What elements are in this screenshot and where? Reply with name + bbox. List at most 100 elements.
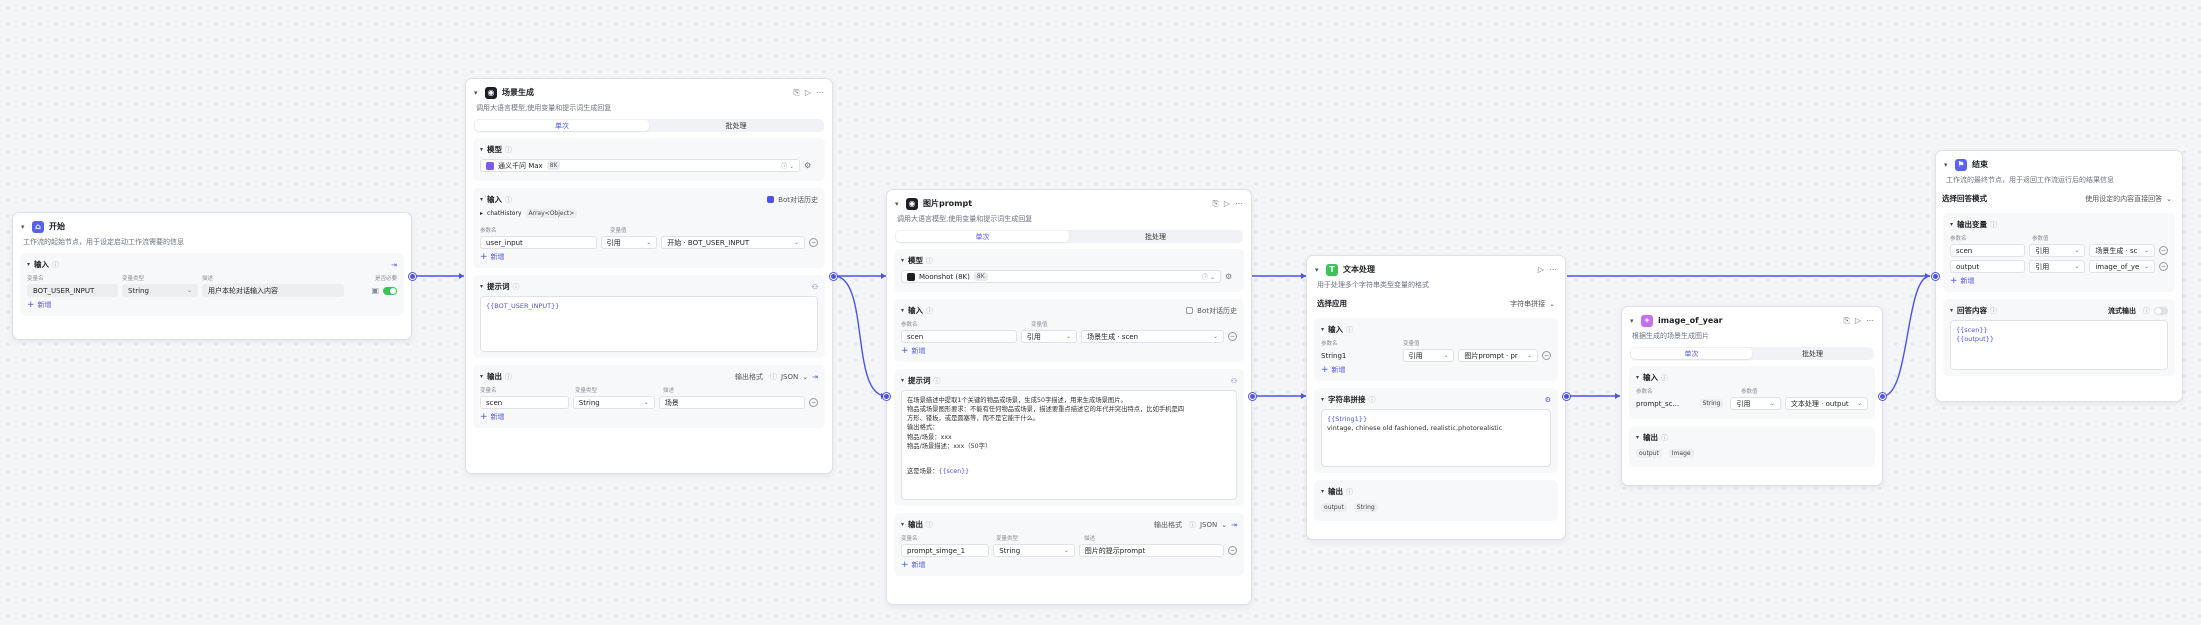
end-node[interactable]: ▾ ⚑ 结束 工作流的最终节点，用于返回工作流运行后的结果信息 选择回答模式 使… bbox=[1935, 150, 2183, 402]
chevron-down-icon[interactable]: ▾ bbox=[480, 283, 483, 290]
output-type-select[interactable]: String ⌄ bbox=[572, 396, 655, 409]
prompt-input-handle[interactable] bbox=[883, 393, 890, 400]
remove-icon[interactable]: − bbox=[2159, 246, 2168, 255]
debug-icon[interactable]: ⎘ bbox=[793, 88, 799, 98]
image-output-handle[interactable] bbox=[1879, 393, 1886, 400]
more-icon[interactable]: ⋯ bbox=[1866, 316, 1874, 326]
collapse-chevron-icon[interactable]: ▾ bbox=[1944, 161, 1955, 169]
chevron-down-icon[interactable]: ▾ bbox=[1950, 221, 1953, 228]
prompt-template-icon[interactable]: ⚇ bbox=[1231, 377, 1237, 385]
settings-icon[interactable]: ⚙ bbox=[1545, 396, 1551, 404]
var-name-field[interactable]: scen bbox=[1950, 244, 2026, 257]
param-name-field[interactable]: BOT_USER_INPUT bbox=[27, 284, 118, 297]
prompt-textbox[interactable]: 在场景描述中提取1个关键的物品或场景，生成50字描述，用来生成场景图片。 物品或… bbox=[901, 390, 1237, 500]
output-type-select[interactable]: String ⌄ bbox=[993, 544, 1075, 557]
end-input-handle[interactable] bbox=[1932, 273, 1939, 280]
run-icon[interactable]: ▷ bbox=[805, 88, 811, 98]
chevron-down-icon[interactable]: ▾ bbox=[1636, 434, 1639, 441]
tab-batch[interactable]: 批处理 bbox=[649, 120, 823, 131]
input-ref-select[interactable]: 图片prompt · pr ⌄ bbox=[1458, 349, 1538, 362]
add-output-button[interactable]: + 新增 bbox=[901, 560, 1237, 570]
input-param-field[interactable]: user_input bbox=[480, 236, 597, 249]
chevron-down-icon[interactable]: ▾ bbox=[901, 521, 904, 528]
model-settings-icon[interactable]: ⚙ bbox=[1225, 272, 1232, 281]
export-icon[interactable]: ⇥ bbox=[391, 261, 397, 269]
add-output-button[interactable]: + 新增 bbox=[480, 412, 818, 422]
chevron-down-icon[interactable]: ▾ bbox=[480, 196, 483, 203]
text-processing-node[interactable]: ▾ T 文本处理 ▷ ⋯ 用于处理多个字符串类型变量的格式 选择应用 字符串拼接 ⌄… bbox=[1306, 255, 1566, 540]
image-node[interactable]: ▾ ✦ image_of_year ⎘ ▷ ⋯ 根据生成的场景生成图片 单次 批处理… bbox=[1621, 306, 1883, 486]
prompt-template-icon[interactable]: ⚇ bbox=[812, 283, 818, 291]
chevron-down-icon[interactable]: ▾ bbox=[480, 373, 483, 380]
model-select[interactable]: 通义千问 Max 8K ⓘ ⌄ bbox=[480, 159, 800, 172]
var-mode-select[interactable]: 引用 ⌄ bbox=[2029, 260, 2086, 273]
llm-scene-node[interactable]: ▾ ◉ 场景生成 ⎘ ▷ ⋯ 调用大语言模型,使用变量和提示词生成回复 单次 批处理… bbox=[465, 78, 833, 474]
input-mode-select[interactable]: 引用 ⌄ bbox=[1730, 397, 1781, 410]
collapse-chevron-icon[interactable]: ▾ bbox=[1315, 266, 1326, 274]
text-output-handle[interactable] bbox=[1563, 393, 1570, 400]
remove-icon[interactable]: − bbox=[2159, 262, 2168, 271]
chevron-down-icon[interactable]: ▾ bbox=[901, 377, 904, 384]
var-name-field[interactable]: output bbox=[1950, 260, 2026, 273]
apply-select[interactable]: 字符串拼接 ⌄ bbox=[1510, 299, 1555, 309]
param-desc-field[interactable]: 用户本轮对话输入内容 bbox=[202, 284, 344, 297]
input-mode-select[interactable]: 引用 ⌄ bbox=[1402, 349, 1455, 362]
more-icon[interactable]: ⋯ bbox=[1235, 199, 1243, 209]
chevron-down-icon[interactable]: ▾ bbox=[27, 261, 30, 268]
debug-icon[interactable]: ⎘ bbox=[1843, 316, 1849, 326]
remove-icon[interactable]: − bbox=[809, 398, 818, 407]
input-mode-select[interactable]: 引用 ⌄ bbox=[600, 236, 658, 249]
chevron-down-icon[interactable]: ▾ bbox=[901, 257, 904, 264]
collapse-chevron-icon[interactable]: ▾ bbox=[474, 89, 485, 97]
export-icon[interactable]: ⇥ bbox=[812, 373, 818, 381]
run-icon[interactable]: ▷ bbox=[1224, 199, 1230, 209]
prompt-textbox[interactable]: {{BOT_USER_INPUT}} bbox=[480, 296, 818, 352]
input-mode-select[interactable]: 引用 ⌄ bbox=[1020, 330, 1078, 343]
add-input-button[interactable]: + 新增 bbox=[1321, 365, 1551, 375]
tab-single[interactable]: 单次 bbox=[475, 120, 649, 131]
output-name-field[interactable]: prompt_simge_1 bbox=[901, 544, 990, 557]
more-icon[interactable]: ⋯ bbox=[1549, 265, 1557, 274]
chevron-down-icon[interactable]: ▾ bbox=[1321, 326, 1324, 333]
chevron-down-icon[interactable]: ▾ bbox=[1636, 374, 1639, 381]
settings-icon[interactable]: ▣ bbox=[371, 286, 379, 295]
chevron-down-icon[interactable]: ▾ bbox=[1321, 396, 1324, 403]
output-name-field[interactable]: scen bbox=[480, 396, 569, 409]
model-select[interactable]: Moonshot (8K) 8K ⓘ ⌄ bbox=[901, 270, 1221, 283]
chevron-right-icon[interactable]: ▸ bbox=[480, 210, 483, 217]
output-desc-field[interactable]: 场景 bbox=[658, 396, 805, 409]
input-param-field[interactable]: scen bbox=[901, 330, 1017, 343]
model-settings-icon[interactable]: ⚙ bbox=[804, 161, 811, 170]
remove-icon[interactable]: − bbox=[809, 238, 818, 247]
var-ref-select[interactable]: 场景生成 · sc ⌄ bbox=[2089, 244, 2155, 257]
param-type-select[interactable]: String ⌄ bbox=[122, 284, 198, 297]
prompt-output-handle[interactable] bbox=[1249, 393, 1256, 400]
add-param-button[interactable]: + 新增 bbox=[27, 300, 397, 310]
chevron-down-icon[interactable]: ▾ bbox=[1950, 307, 1953, 314]
mode-select[interactable]: 使用设定的内容直接回答 ⌄ bbox=[2085, 194, 2172, 204]
tab-batch[interactable]: 批处理 bbox=[1069, 231, 1242, 242]
start-output-handle[interactable] bbox=[409, 273, 416, 280]
var-mode-select[interactable]: 引用 ⌄ bbox=[2029, 244, 2086, 257]
scene-output-handle[interactable] bbox=[830, 273, 837, 280]
required-toggle[interactable] bbox=[383, 286, 397, 295]
debug-icon[interactable]: ⎘ bbox=[1212, 199, 1218, 209]
chevron-down-icon[interactable]: ▾ bbox=[1321, 488, 1324, 495]
bot-history-checkbox[interactable] bbox=[1186, 307, 1194, 314]
remove-icon[interactable]: − bbox=[1228, 332, 1237, 341]
tab-single[interactable]: 单次 bbox=[1631, 348, 1752, 359]
stream-toggle[interactable] bbox=[2154, 306, 2168, 315]
add-input-button[interactable]: + 新增 bbox=[480, 252, 818, 262]
chevron-down-icon[interactable]: ▾ bbox=[480, 146, 483, 153]
collapse-chevron-icon[interactable]: ▾ bbox=[895, 200, 906, 208]
collapse-chevron-icon[interactable]: ▾ bbox=[21, 223, 32, 231]
remove-icon[interactable]: − bbox=[1542, 351, 1551, 360]
tab-batch[interactable]: 批处理 bbox=[1752, 348, 1873, 359]
more-icon[interactable]: ⋯ bbox=[816, 88, 824, 98]
add-input-button[interactable]: + 新增 bbox=[901, 346, 1237, 356]
output-desc-field[interactable]: 图片的提示prompt bbox=[1078, 544, 1224, 557]
start-node[interactable]: ▾ ⌂ 开始 工作流的起始节点，用于设定启动工作流需要的信息 ▾ 输入 ⓘ ⇥ 变量… bbox=[12, 212, 412, 340]
input-ref-select[interactable]: 文本处理 · output ⌄ bbox=[1784, 397, 1868, 410]
llm-prompt-node[interactable]: ▾ ◉ 图片prompt ⎘ ▷ ⋯ 调用大语言模型,使用变量和提示词生成回复 单次… bbox=[886, 189, 1252, 605]
concat-textbox[interactable]: {{String1}} vintage, chinese old fashion… bbox=[1321, 409, 1551, 467]
